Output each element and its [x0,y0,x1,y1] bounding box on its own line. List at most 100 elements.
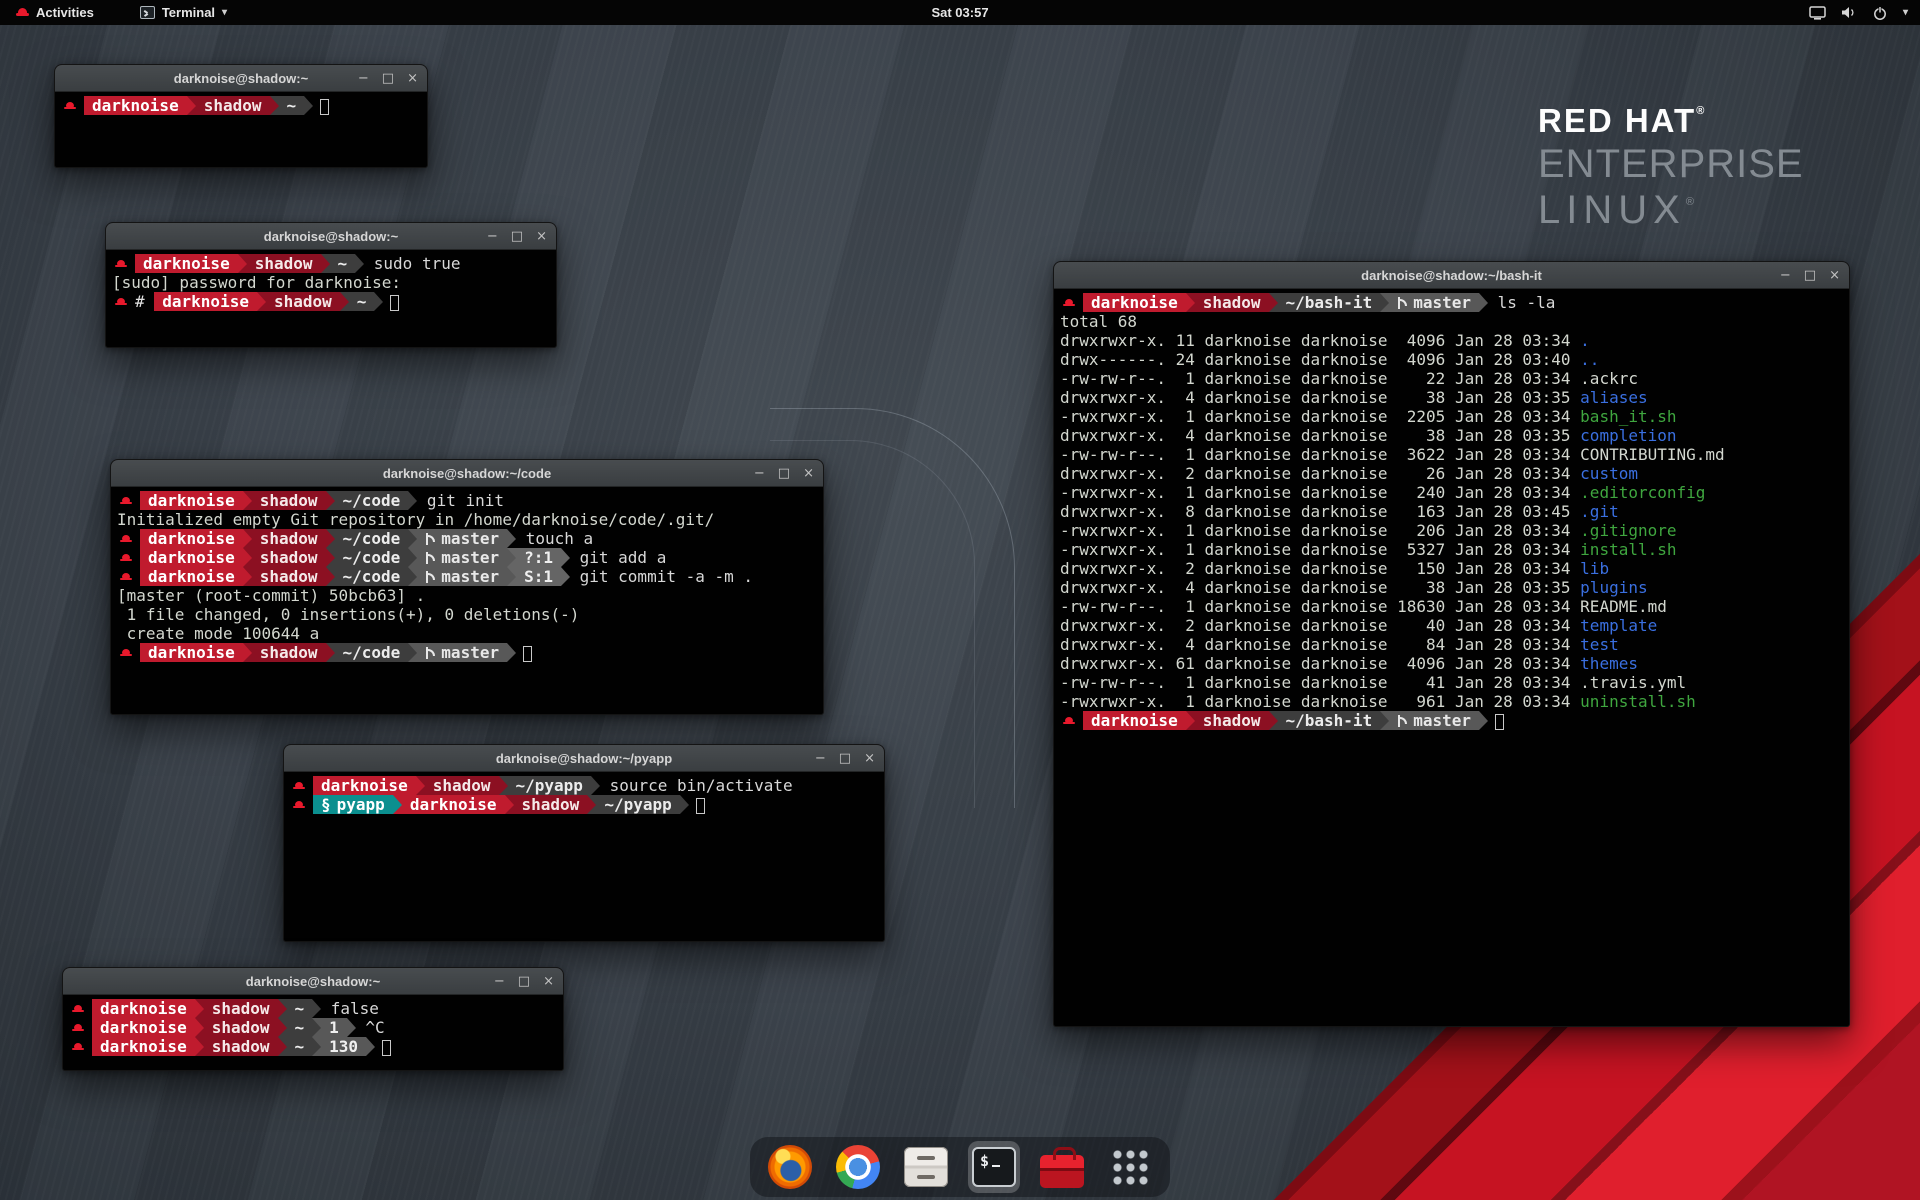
maximize-button[interactable]: □ [1804,269,1816,282]
terminal-line: darknoiseshadow~ false [69,999,557,1018]
power-icon [1872,5,1888,21]
terminal-line: -rwxrwxr-x. 1 darknoise darknoise 5327 J… [1060,540,1843,559]
powerline-separator-icon [347,1018,356,1037]
prompt-segment: ~/code [335,643,409,662]
terminal-line: darknoiseshadow~/pyapp source bin/activa… [290,776,878,795]
prompt-segment: shadow [204,1037,278,1056]
maximize-button[interactable]: □ [382,72,394,85]
maximize-button[interactable]: □ [511,230,523,243]
dock-item-app-grid[interactable] [1104,1141,1156,1193]
prompt-segment: ~ [287,1037,313,1056]
minimize-button[interactable]: − [494,975,505,988]
prompt-segment: shadow [425,776,499,795]
close-button[interactable]: × [803,467,814,480]
terminal-line: -rwxrwxr-x. 1 darknoise darknoise 2205 J… [1060,407,1843,426]
terminal-app-icon [140,6,155,19]
terminal-content[interactable]: darknoiseshadow~/pyapp source bin/activa… [284,772,884,818]
powerline-separator-icon [326,491,335,510]
powerline-separator-icon [507,548,516,567]
window-pyapp: darknoise@shadow:~/pyapp − □ × darknoise… [283,744,885,942]
maximize-button[interactable]: □ [518,975,530,988]
redhat-prompt-icon [120,649,132,658]
prompt-segment: ~ [330,254,356,273]
window-titlebar[interactable]: darknoise@shadow:~/pyapp − □ × [284,745,884,772]
dock-item-firefox[interactable] [764,1141,816,1193]
window-titlebar[interactable]: darknoise@shadow:~/bash-it − □ × [1054,262,1849,289]
terminal-line: darknoiseshadow~/codemaster?:1 git add a [117,548,817,567]
dock-item-toolbox[interactable] [1036,1141,1088,1193]
terminal-content[interactable]: darknoiseshadow~ sudo true[sudo] passwor… [106,250,556,315]
prompt-segment: darknoise [92,1018,195,1037]
terminal-content[interactable]: darknoiseshadow~ [55,92,427,119]
window-titlebar[interactable]: darknoise@shadow:~ − □ × [63,968,563,995]
rhel-branding: RED HAT® ENTERPRISE LINUX® [1538,102,1804,233]
powerline-separator-icon [243,643,252,662]
window-titlebar[interactable]: darknoise@shadow:~ − □ × [106,223,556,250]
redhat-prompt-icon [120,497,132,506]
close-button[interactable]: × [543,975,554,988]
maximize-button[interactable]: □ [778,467,790,480]
dock-item-files[interactable] [900,1141,952,1193]
desktop: RED HAT® ENTERPRISE LINUX® Activities Te… [0,0,1920,1200]
prompt-segment: §pyapp [313,795,393,814]
window-title: darknoise@shadow:~ [246,974,380,989]
minimize-button[interactable]: − [754,467,765,480]
terminal-line: drwxrwxr-x. 4 darknoise darknoise 38 Jan… [1060,578,1843,597]
maximize-button[interactable]: □ [839,752,851,765]
clock[interactable]: Sat 03:57 [931,0,988,25]
powerline-separator-icon [312,1018,321,1037]
window-titlebar[interactable]: darknoise@shadow:~ − □ × [55,65,427,92]
firefox-icon [768,1145,812,1189]
close-button[interactable]: × [536,230,547,243]
terminal-content[interactable]: darknoiseshadow~/bash-itmaster ls -latot… [1054,289,1849,734]
minimize-button[interactable]: − [1780,269,1791,282]
powerline-separator-icon [408,491,417,510]
terminal-line: darknoiseshadow~/codemaster [117,643,817,662]
powerline-separator-icon [243,491,252,510]
prompt-segment: ~/code [335,491,409,510]
prompt-segment: shadow [252,529,326,548]
terminal-cursor [320,99,329,115]
dock-item-chrome[interactable] [832,1141,884,1193]
prompt-segment: 130 [321,1037,366,1056]
redhat-prompt-icon [120,573,132,582]
dock-item-terminal[interactable]: $ [968,1141,1020,1193]
terminal-content[interactable]: darknoiseshadow~ falsedarknoiseshadow~1 … [63,995,563,1060]
window-exit-codes: darknoise@shadow:~ − □ × darknoiseshadow… [62,967,564,1071]
terminal-content[interactable]: darknoiseshadow~/code git initInitialize… [111,487,823,666]
chevron-down-icon: ▾ [1903,7,1908,18]
prompt-segment: ~/bash-it [1278,293,1381,312]
powerline-separator-icon [195,1018,204,1037]
powerline-separator-icon [499,776,508,795]
powerline-separator-icon [507,567,516,586]
redhat-logo-icon [16,8,29,17]
app-menu-terminal[interactable]: Terminal ▾ [134,0,233,25]
powerline-separator-icon [278,1018,287,1037]
window-titlebar[interactable]: darknoise@shadow:~/code − □ × [111,460,823,487]
redhat-prompt-icon [72,1043,84,1052]
powerline-separator-icon [340,292,349,311]
minimize-button[interactable]: − [358,72,369,85]
terminal-line: darknoiseshadow~/code git init [117,491,817,510]
activities-button[interactable]: Activities [10,0,100,25]
prompt-segment: ~ [349,292,375,311]
prompt-segment: shadow [1195,293,1269,312]
prompt-segment: shadow [247,254,321,273]
terminal-line: darknoiseshadow~ sudo true [112,254,550,273]
terminal-line: drwxrwxr-x. 8 darknoise darknoise 163 Ja… [1060,502,1843,521]
window-title: darknoise@shadow:~/bash-it [1361,268,1542,283]
powerline-separator-icon [408,529,417,548]
window-controls: − □ × [358,65,418,92]
prompt-segment: darknoise [154,292,257,311]
prompt-segment: darknoise [313,776,416,795]
minimize-button[interactable]: − [487,230,498,243]
terminal-line: §pyappdarknoiseshadow~/pyapp [290,795,878,814]
minimize-button[interactable]: − [815,752,826,765]
close-button[interactable]: × [1829,269,1840,282]
system-menu[interactable]: ▾ [1797,0,1920,25]
close-button[interactable]: × [864,752,875,765]
close-button[interactable]: × [407,72,418,85]
window-title: darknoise@shadow:~/pyapp [496,751,672,766]
prompt-segment: darknoise [140,643,243,662]
powerline-separator-icon [1479,711,1488,730]
